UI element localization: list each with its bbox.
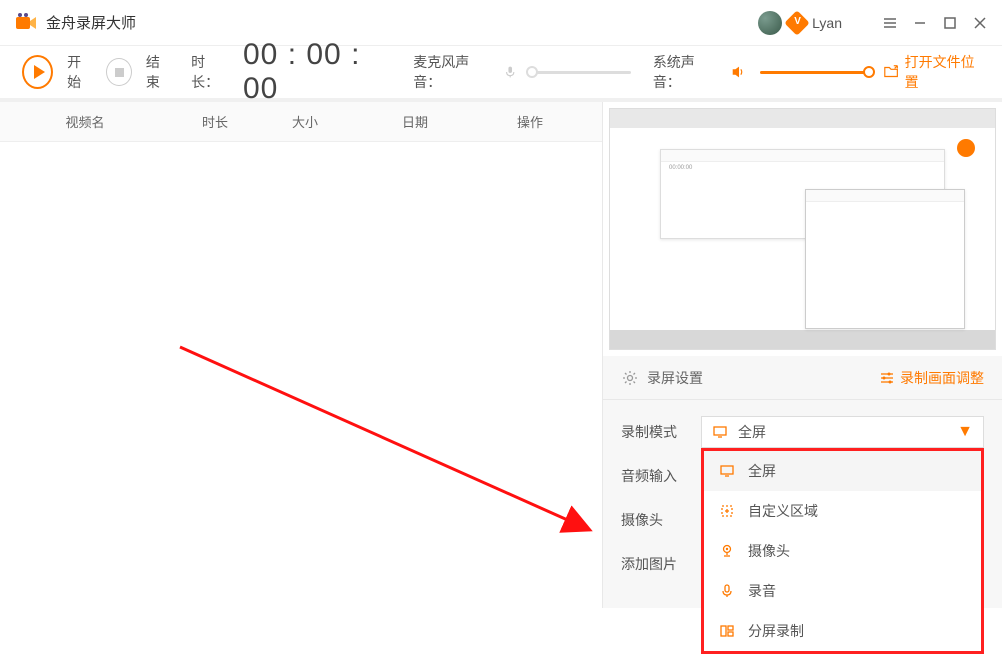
timer: 00 : 00 : 00: [243, 38, 389, 106]
open-folder-button[interactable]: 打开文件位置: [883, 52, 980, 92]
mode-label: 录制模式: [621, 422, 685, 442]
monitor-icon: [712, 424, 728, 440]
start-button[interactable]: [22, 55, 53, 89]
dd-item-split[interactable]: 分屏录制: [704, 611, 981, 651]
mic-icon: [718, 582, 736, 600]
chevron-down-icon: ▼: [957, 423, 973, 441]
video-list-body: [0, 142, 602, 608]
dd-label: 录音: [748, 581, 776, 601]
right-panel: 00:00:00 录屏设置 录制画面调整 录制模式 全屏 ▼: [602, 102, 1002, 608]
duration-label: 时长：: [191, 52, 229, 92]
vip-badge-icon: [784, 10, 809, 35]
settings-title: 录屏设置: [647, 368, 879, 388]
col-ops: 操作: [480, 112, 580, 131]
stop-label: 结束: [146, 52, 171, 92]
dd-label: 全屏: [748, 461, 776, 481]
titlebar: 金舟录屏大师 Lyan: [0, 0, 1002, 46]
camera-icon: [718, 542, 736, 560]
sys-slider[interactable]: [760, 71, 868, 74]
camera-label: 摄像头: [621, 510, 685, 530]
dd-label: 摄像头: [748, 541, 790, 561]
folder-icon: [883, 63, 899, 81]
preview-area: 00:00:00: [603, 102, 1002, 356]
column-headers: 视频名 时长 大小 日期 操作: [0, 102, 602, 142]
sys-label: 系统声音：: [653, 52, 716, 92]
dd-label: 自定义区域: [748, 501, 818, 521]
mode-row: 录制模式 全屏 ▼: [621, 416, 984, 448]
mode-value: 全屏: [738, 422, 957, 442]
mode-dropdown: 全屏 自定义区域 摄像头 录音 分屏录制: [701, 448, 984, 654]
app-title: 金舟录屏大师: [46, 12, 758, 33]
play-icon: [34, 65, 45, 79]
dd-label: 分屏录制: [748, 621, 804, 641]
preview-thumbnail: 00:00:00: [609, 108, 996, 350]
mic-icon: [503, 64, 517, 80]
slider-knob[interactable]: [863, 66, 875, 78]
slider-knob[interactable]: [526, 66, 538, 78]
monitor-icon: [718, 462, 736, 480]
split-icon: [718, 622, 736, 640]
stop-button[interactable]: [106, 58, 131, 86]
username: Lyan: [812, 15, 842, 31]
close-icon[interactable]: [972, 15, 988, 31]
col-size: 大小: [260, 112, 350, 131]
toolbar: 开始 结束 时长： 00 : 00 : 00 麦克风声音： 系统声音： 打开文件…: [0, 46, 1002, 102]
settings-body: 录制模式 全屏 ▼ 音频输入 摄像头 添加图片 全屏: [603, 400, 1002, 608]
start-label: 开始: [67, 52, 92, 92]
dd-item-camera[interactable]: 摄像头: [704, 531, 981, 571]
app-logo-icon: [14, 11, 38, 35]
adjust-label: 录制画面调整: [900, 368, 984, 388]
video-list-panel: 视频名 时长 大小 日期 操作: [0, 102, 602, 608]
adjust-screen-button[interactable]: 录制画面调整: [879, 368, 984, 388]
speaker-icon: [730, 63, 746, 81]
user-area[interactable]: Lyan: [758, 11, 842, 35]
mic-label: 麦克风声音：: [413, 52, 489, 92]
sliders-icon: [879, 370, 895, 386]
maximize-icon[interactable]: [942, 15, 958, 31]
open-folder-label: 打开文件位置: [905, 52, 980, 92]
audio-label: 音频输入: [621, 466, 685, 486]
gear-icon: [621, 369, 639, 387]
dd-item-audio[interactable]: 录音: [704, 571, 981, 611]
menu-icon[interactable]: [882, 15, 898, 31]
col-duration: 时长: [170, 112, 260, 131]
annotation-arrow-icon: [0, 142, 602, 608]
col-name: 视频名: [0, 112, 170, 131]
settings-header: 录屏设置 录制画面调整: [603, 356, 1002, 400]
dd-item-custom[interactable]: 自定义区域: [704, 491, 981, 531]
main: 视频名 时长 大小 日期 操作 00:00:00 录屏设置: [0, 102, 1002, 608]
crop-icon: [718, 502, 736, 520]
window-controls: [882, 15, 988, 31]
image-label: 添加图片: [621, 554, 685, 574]
mode-select[interactable]: 全屏 ▼: [701, 416, 984, 448]
minimize-icon[interactable]: [912, 15, 928, 31]
stop-icon: [115, 68, 124, 77]
dd-item-fullscreen[interactable]: 全屏: [704, 451, 981, 491]
mic-slider[interactable]: [532, 71, 631, 74]
avatar: [758, 11, 782, 35]
col-date: 日期: [350, 112, 480, 131]
